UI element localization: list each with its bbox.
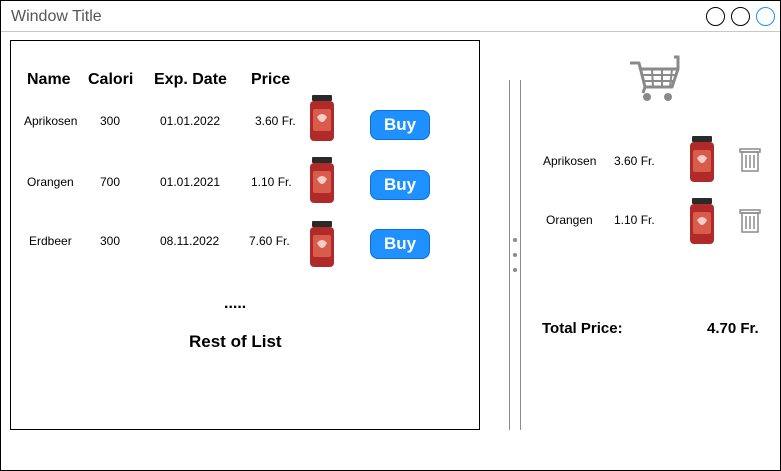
- jam-jar-icon: [310, 157, 334, 203]
- row-price: 1.10 Fr.: [251, 175, 292, 189]
- row-calori: 300: [100, 114, 121, 128]
- rest-of-list-label: Rest of List: [189, 332, 282, 351]
- total-price-value: 4.70 Fr.: [707, 320, 759, 337]
- row-exp-date: 01.01.2022: [160, 114, 221, 128]
- row-price: 3.60 Fr.: [255, 114, 296, 128]
- buy-button[interactable]: Buy: [370, 170, 430, 200]
- splitter-handle-dot[interactable]: [513, 253, 517, 257]
- row-name: Orangen: [27, 175, 74, 189]
- header-price: Price: [251, 71, 291, 88]
- cart-item-name: Aprikosen: [543, 154, 597, 168]
- cart-item-name: Orangen: [546, 213, 593, 227]
- header-calori: Calori: [88, 71, 134, 88]
- splitter-handle-dot[interactable]: [513, 238, 517, 242]
- splitter-line-left: [509, 80, 510, 430]
- product-list-panel: Name Calori Exp. Date Price Aprikosen 30…: [10, 40, 480, 430]
- buy-button[interactable]: Buy: [370, 229, 430, 259]
- total-price-label: Total Price:: [542, 320, 623, 337]
- row-name: Erdbeer: [29, 234, 72, 248]
- jam-jar-icon: [310, 95, 334, 141]
- window-title: Window Title: [11, 8, 102, 25]
- jam-jar-icon: [310, 221, 334, 267]
- more-items-ellipsis: .....: [224, 295, 247, 312]
- row-name: Aprikosen: [24, 114, 78, 128]
- splitter-handle-dot[interactable]: [513, 268, 517, 272]
- cart-item-price: 3.60 Fr.: [614, 154, 655, 168]
- minimize-button[interactable]: [706, 7, 725, 26]
- row-price: 7.60 Fr.: [249, 234, 290, 248]
- cart-item-price: 1.10 Fr.: [614, 213, 655, 227]
- shopping-cart-icon: [630, 55, 680, 101]
- jam-jar-icon: [690, 136, 714, 182]
- buy-button[interactable]: Buy: [370, 110, 430, 140]
- row-exp-date: 08.11.2022: [160, 234, 220, 248]
- trash-icon[interactable]: [739, 148, 761, 172]
- row-exp-date: 01.01.2021: [160, 175, 221, 189]
- row-calori: 300: [100, 234, 121, 248]
- header-exp-date: Exp. Date: [154, 71, 227, 88]
- close-button[interactable]: [756, 7, 775, 26]
- row-calori: 700: [100, 175, 121, 189]
- header-name: Name: [27, 71, 71, 88]
- maximize-button[interactable]: [731, 7, 750, 26]
- title-bar: Window Title: [1, 1, 780, 32]
- jam-jar-icon: [690, 198, 714, 244]
- splitter-line-right: [520, 80, 521, 430]
- trash-icon[interactable]: [739, 209, 761, 233]
